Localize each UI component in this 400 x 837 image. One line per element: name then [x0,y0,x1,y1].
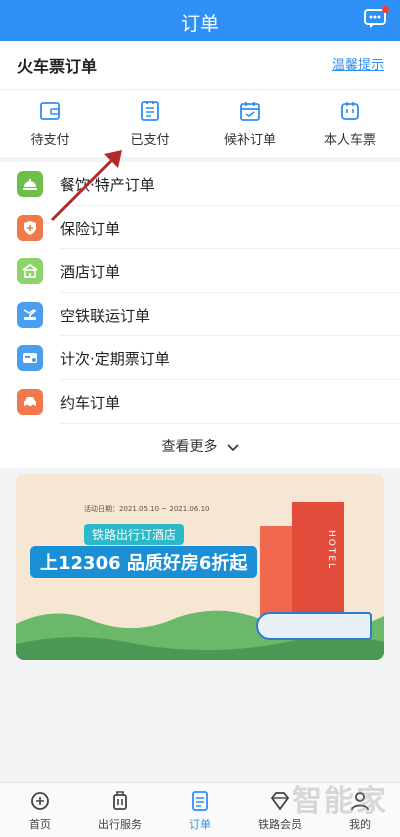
view-more-button[interactable]: 查看更多 [0,424,400,468]
home-icon [31,792,49,810]
receipt-icon [141,101,159,121]
train-order-shortcuts: 待支付 已支付 候补订单 本人车票 [0,99,400,149]
tab-travel-services[interactable]: 出行服务 [80,783,160,837]
order-label: 空铁联运订单 [60,306,151,325]
tab-home[interactable]: 首页 [0,783,80,837]
promo-headline: 铁路出行订酒店 [84,524,185,545]
shield-icon [17,214,43,241]
shortcut-paid[interactable]: 已支付 [100,99,200,149]
shortcut-unpaid[interactable]: 待支付 [0,99,100,149]
luggage-icon [113,791,127,810]
food-cover-icon [17,171,43,197]
view-more-label: 查看更多 [161,438,218,455]
car-icon [17,388,43,415]
order-label: 计次·定期票订单 [60,350,170,369]
unread-dot [382,6,389,13]
tips-link[interactable]: 温馨提示 [332,54,384,73]
hotel-building-illustration [292,502,344,622]
order-row-ride[interactable]: 约车订单 [0,380,400,424]
annotation-arrow [50,150,122,222]
shortcut-my-tickets[interactable]: 本人车票 [300,99,400,149]
order-row-air-rail[interactable]: 空铁联运订单 [0,293,400,337]
calendar-icon [240,102,260,121]
shortcut-label: 候补订单 [223,133,276,148]
shortcut-label: 本人车票 [323,133,376,148]
message-icon[interactable] [364,6,389,29]
order-label: 约车订单 [60,393,121,412]
order-row-pass[interactable]: 计次·定期票订单 [0,336,400,380]
page-title: 订单 [180,13,219,35]
card-icon [17,345,43,372]
shortcut-waitlist[interactable]: 候补订单 [200,99,300,149]
ticket-icon [341,102,359,120]
hotel-icon [17,258,43,285]
train-orders-card: 火车票订单 温馨提示 待支付 已支付 候补订单 本人车票 [0,41,400,157]
promo-date: 活动日期：2021.05.10 ~ 2021.06.10 [84,505,210,513]
tab-label: 订单 [189,818,211,831]
wallet-icon [40,102,60,120]
hotel-sign: HOTEL [326,530,336,571]
train-illustration [256,612,372,640]
chevron-down-icon [226,443,239,451]
order-icon [192,791,208,811]
tab-label: 首页 [29,818,51,831]
order-row-hotel[interactable]: 酒店订单 [0,249,400,293]
top-bar: 订单 [0,0,400,41]
promo-subheadline: 上12306 品质好房6折起 [30,546,258,578]
building-illustration [260,526,296,622]
divider [0,89,400,90]
tab-orders[interactable]: 订单 [160,783,240,837]
train-orders-title: 火车票订单 [17,57,98,76]
hotel-promo-banner[interactable]: HOTEL 活动日期：2021.05.10 ~ 2021.06.10 铁路出行订… [16,474,384,660]
order-label: 酒店订单 [60,263,121,282]
plane-train-icon [17,301,43,328]
watermark: 智能家 [292,784,388,819]
diamond-icon [270,792,290,811]
tab-label: 出行服务 [98,818,142,831]
